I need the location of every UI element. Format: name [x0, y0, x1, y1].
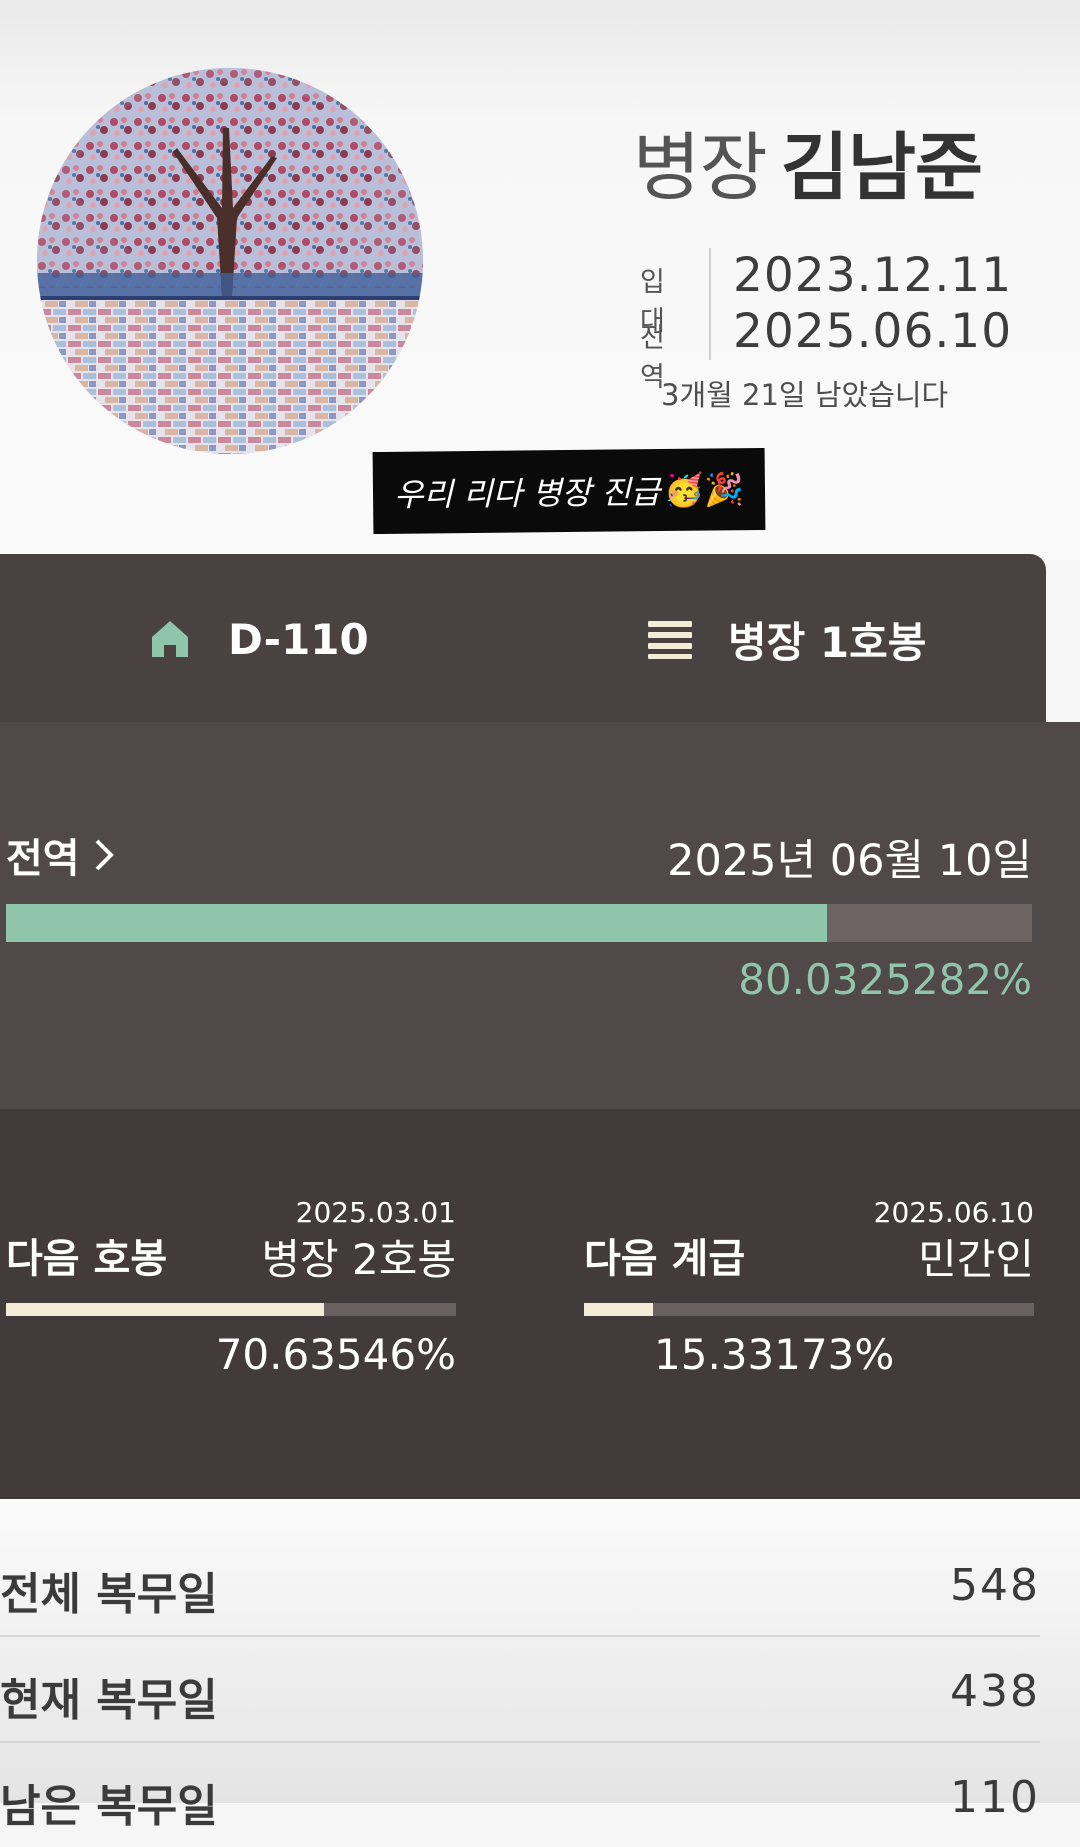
next-rank-target: 민간인 [918, 1235, 1034, 1284]
stat-row-remaining: 남은 복무일 110 [0, 1742, 1040, 1847]
profile-avatar[interactable] [37, 68, 423, 454]
chevron-right-icon [94, 838, 114, 872]
sticker-text: 우리 리다 병장 진급 [393, 473, 661, 514]
next-rank-title: 다음 계급 [584, 1236, 746, 1282]
stat-row-current: 현재 복무일 438 [0, 1636, 1040, 1743]
story-text-sticker[interactable]: 우리 리다 병장 진급 🥳🎉 [372, 447, 766, 535]
tab-rank[interactable]: 병장 1호봉 [648, 554, 926, 724]
sticker-emoji: 🥳🎉 [663, 470, 745, 510]
next-rank-percent: 15.33173% [654, 1330, 895, 1379]
tab-rank-label: 병장 1호봉 [728, 617, 927, 667]
stat-row-total: 전체 복무일 548 [0, 1530, 1040, 1637]
stat-value: 438 [950, 1666, 1040, 1717]
next-step-card[interactable]: 다음 호봉 2025.03.01 병장 2호봉 70.63546% [6, 1196, 456, 1379]
remaining-time-text: 3개월 21일 남았습니다 [661, 378, 949, 412]
profile-rank: 병장 [632, 125, 768, 211]
next-rank-progress-bar [584, 1303, 1034, 1316]
menu-icon [648, 619, 692, 659]
next-step-date: 2025.03.01 [295, 1196, 456, 1229]
profile-name: 병장 김남준 [632, 108, 983, 215]
stat-value: 110 [950, 1772, 1040, 1823]
discharge-full-date: 2025년 06월 10일 [667, 836, 1032, 886]
discharge-progress-bar [6, 904, 1032, 942]
discharge-percent: 80.0325282% [738, 955, 1032, 1004]
next-rank-progress-fill [584, 1303, 653, 1316]
next-rank-date: 2025.06.10 [873, 1196, 1034, 1229]
discharge-link-label: 전역 [6, 836, 80, 882]
next-step-progress-fill [6, 1303, 324, 1316]
tab-bar: D-110 병장 1호봉 [0, 554, 1046, 724]
next-rank-card[interactable]: 다음 계급 2025.06.10 민간인 15.33173% [584, 1196, 1034, 1379]
profile-fullname: 김남준 [780, 125, 983, 211]
stat-label: 남은 복무일 [0, 1781, 218, 1832]
stat-label: 현재 복무일 [0, 1675, 218, 1726]
tab-dday-label: D-110 [228, 614, 369, 664]
next-step-percent: 70.63546% [215, 1330, 456, 1379]
enlist-date: 2023.12.11 [733, 248, 1013, 303]
next-step-title: 다음 호봉 [6, 1236, 168, 1282]
discharge-progress-fill [6, 904, 828, 942]
discharge-link[interactable]: 전역 [6, 826, 114, 884]
tab-dday[interactable]: D-110 [148, 554, 369, 724]
next-step-target: 병장 2호봉 [261, 1235, 456, 1284]
next-step-progress-bar [6, 1303, 456, 1316]
discharge-row-date: 2025.06.10 [733, 304, 1013, 359]
stat-label: 전체 복무일 [0, 1569, 218, 1620]
dates-divider [709, 248, 711, 360]
home-icon [148, 617, 192, 661]
stat-value: 548 [950, 1560, 1040, 1611]
